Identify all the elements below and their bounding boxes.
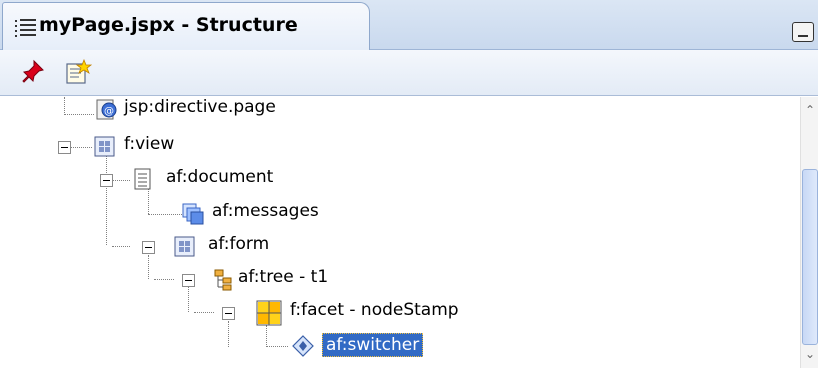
scroll-up-icon[interactable]: ⌃ [803,103,817,117]
scrollbar-thumb[interactable] [802,169,818,345]
document-icon [132,168,154,190]
tree-node[interactable]: f:view [0,130,800,164]
collapse-icon[interactable] [100,174,113,187]
collapse-icon[interactable] [58,141,71,154]
view-icon [94,136,116,158]
node-label: af:document [166,167,274,187]
node-label: af:messages [212,201,319,221]
tree-node[interactable]: af:form [0,230,800,264]
svg-text:@: @ [104,106,114,117]
scroll-down-icon[interactable]: ⌄ [803,347,817,361]
structure-toolbar [0,50,818,96]
structure-tab[interactable]: myPage.jspx - Structure [2,2,370,50]
node-label: af:switcher [322,333,424,357]
panel-header: myPage.jspx - Structure [0,0,818,50]
node-label: jsp:directive.page [124,97,276,117]
tree-node[interactable]: f:facet - nodeStamp [0,296,800,330]
messages-icon [182,203,204,225]
structure-icon [15,18,37,38]
structure-tree: @ jsp:directive.page f:view af:document … [0,97,800,368]
tree-node-selected[interactable]: af:switcher [0,331,800,365]
edit-properties-icon[interactable] [64,58,93,86]
node-label: f:view [124,134,175,154]
pin-icon[interactable] [20,58,48,86]
facet-icon [256,300,282,326]
node-label: f:facet - nodeStamp [290,300,459,320]
node-label: af:tree - t1 [238,267,329,287]
tree-node[interactable]: @ jsp:directive.page [0,97,800,131]
panel-title: myPage.jspx - Structure [39,14,298,36]
tree-icon [214,269,236,291]
tree-node[interactable]: af:tree - t1 [0,263,800,297]
tree-node[interactable]: af:messages [0,197,800,231]
form-icon [174,236,196,258]
collapse-icon[interactable] [182,274,195,287]
tree-node[interactable]: af:document [0,163,800,197]
vertical-scrollbar[interactable]: ⌃ ⌄ [800,97,818,368]
jsp-directive-icon: @ [96,99,118,121]
switcher-icon [292,335,314,357]
collapse-icon[interactable] [142,241,155,254]
collapse-icon[interactable] [222,307,235,320]
node-label: af:form [208,234,270,254]
minimize-button[interactable] [792,22,814,42]
